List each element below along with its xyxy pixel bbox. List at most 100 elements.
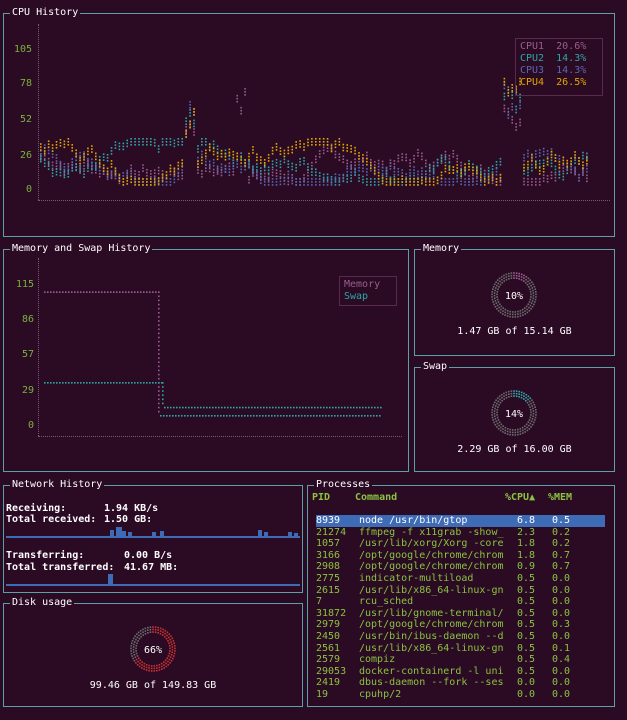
- cpu-point: [130, 144, 132, 146]
- cpu-point: [153, 172, 156, 174]
- cpu-point: [381, 179, 384, 182]
- gauge-dot: [495, 405, 497, 407]
- process-row-selected[interactable]: 8939 node /usr/bin/gtop 6.8 0.5: [316, 515, 605, 527]
- gauge-dot: [533, 421, 535, 424]
- cpu-point: [303, 163, 305, 165]
- gauge-dot: [502, 428, 504, 430]
- gauge-dot: [169, 656, 172, 659]
- cpu-point: [67, 176, 70, 178]
- gauge-dot: [521, 311, 524, 314]
- cpu-point: [370, 161, 372, 164]
- process-row[interactable]: 2908/opt/google/chrome/chrom 0.9 0.7: [316, 561, 605, 573]
- process-row[interactable]: 2979/opt/google/chrome/chrom 0.5 0.3: [316, 619, 605, 631]
- cpu-point: [373, 172, 376, 175]
- gauge-dot: [158, 669, 161, 671]
- memory-title: Memory: [421, 242, 462, 256]
- cpu-point: [161, 184, 164, 186]
- cpu-point: [279, 160, 282, 163]
- cpu-point: [252, 173, 254, 175]
- header-mem[interactable]: %MEM: [548, 492, 572, 503]
- process-row[interactable]: 19 cpuhp/2 0.0 0.0: [316, 689, 605, 701]
- cpu-point: [582, 164, 584, 167]
- cpu-point: [260, 162, 262, 164]
- gauge-dot: [529, 422, 532, 425]
- cpu-point: [322, 184, 325, 186]
- cpu-point: [287, 160, 290, 162]
- process-row[interactable]: 2419 dbus-daemon --fork --ses 0.0 0.0: [316, 677, 605, 689]
- gauge-dot: [506, 309, 509, 312]
- cpu-point: [338, 184, 341, 186]
- process-row[interactable]: 31872/usr/lib/gnome-terminal/0.5 0.0: [316, 608, 605, 620]
- cpu-point: [495, 178, 498, 180]
- gauge-dot: [524, 310, 526, 312]
- gauge-dot: [169, 638, 171, 641]
- cpu-point: [397, 184, 400, 186]
- cpu-point: [393, 178, 396, 180]
- cpu-point: [499, 157, 502, 160]
- cpu-point: [428, 177, 431, 180]
- process-row[interactable]: 2615/usr/lib/x86_64-linux-gn 0.5 0.0: [316, 585, 605, 597]
- process-row[interactable]: 7 rcu_sched 0.5 0.0: [316, 596, 605, 608]
- cpu-point: [91, 158, 93, 161]
- cpu-point: [118, 182, 121, 185]
- cpu-point: [554, 173, 557, 176]
- cpu-point: [169, 144, 172, 146]
- process-list[interactable]: 8939 node /usr/bin/gtop 6.8 0.5 21274 ffmpeg …: [316, 515, 605, 705]
- header-pid[interactable]: PID: [312, 492, 330, 503]
- cpu-point: [55, 154, 58, 156]
- cpu-point: [531, 156, 533, 159]
- cpu-point: [452, 169, 455, 171]
- process-row[interactable]: 3166/opt/google/chrome/chrom 1.8 0.7: [316, 550, 605, 562]
- cpu-point: [582, 154, 584, 157]
- cpu-point: [59, 174, 62, 177]
- cpu-point: [413, 178, 415, 180]
- cpu-point: [240, 165, 242, 168]
- cpu-point: [307, 138, 309, 141]
- cpu-point: [558, 160, 561, 163]
- process-row[interactable]: 2561/usr/lib/x86_64-linux-gn 0.5 0.1: [316, 643, 605, 655]
- cpu-point: [523, 154, 525, 156]
- memory-point: [256, 415, 258, 417]
- cpu-point: [480, 164, 482, 167]
- cpu-point: [358, 166, 360, 169]
- cpu-point: [582, 167, 584, 170]
- mem-tick-86: 86: [21, 314, 34, 325]
- network-history-title: Network History: [10, 478, 105, 492]
- cpu-point: [67, 141, 70, 143]
- cpu-point: [256, 169, 258, 171]
- cpu-point: [43, 153, 46, 155]
- cpu-point: [507, 86, 510, 88]
- header-cpu[interactable]: %CPU▲: [505, 492, 535, 503]
- cpu-point: [75, 149, 77, 152]
- gauge-dot: [168, 658, 171, 661]
- cpu-point: [574, 169, 576, 172]
- cpu-point: [354, 146, 356, 149]
- cpu-point: [126, 142, 129, 145]
- process-row[interactable]: 1057/usr/lib/xorg/Xorg -core 1.8 0.2: [316, 538, 605, 550]
- cpu-point: [354, 173, 356, 176]
- process-row[interactable]: 2775 indicator-multiload 0.5 0.0: [316, 573, 605, 585]
- memory-point: [319, 415, 321, 417]
- cpu-point: [173, 139, 176, 142]
- cpu-point: [503, 92, 506, 95]
- cpu-point: [291, 176, 294, 179]
- memory-point: [158, 402, 160, 405]
- process-command: /opt/google/chrome/chrom: [359, 549, 504, 561]
- cpu-point: [370, 164, 372, 167]
- process-row[interactable]: 2579 compiz 0.5 0.4: [316, 654, 605, 666]
- cpu-point: [554, 165, 557, 168]
- cpu-point: [71, 147, 74, 149]
- header-command[interactable]: Command: [355, 492, 397, 503]
- cpu-point: [334, 143, 337, 146]
- cpu-point: [464, 169, 466, 171]
- cpu-point: [299, 178, 301, 180]
- cpu-point: [562, 156, 565, 159]
- process-row[interactable]: 2450/usr/bin/ibus-daemon --d 0.5 0.0: [316, 631, 605, 643]
- cpu-point: [47, 168, 50, 170]
- process-row[interactable]: 29053 docker-containerd -l uni 0.5 0.0: [316, 666, 605, 678]
- process-row[interactable]: 21274 ffmpeg -f x11grab -show_ 2.3 0.2: [316, 527, 605, 539]
- cpu-point: [122, 148, 125, 151]
- gauge-dot: [525, 275, 528, 278]
- memory-point: [208, 415, 210, 417]
- cpu-point: [271, 174, 274, 177]
